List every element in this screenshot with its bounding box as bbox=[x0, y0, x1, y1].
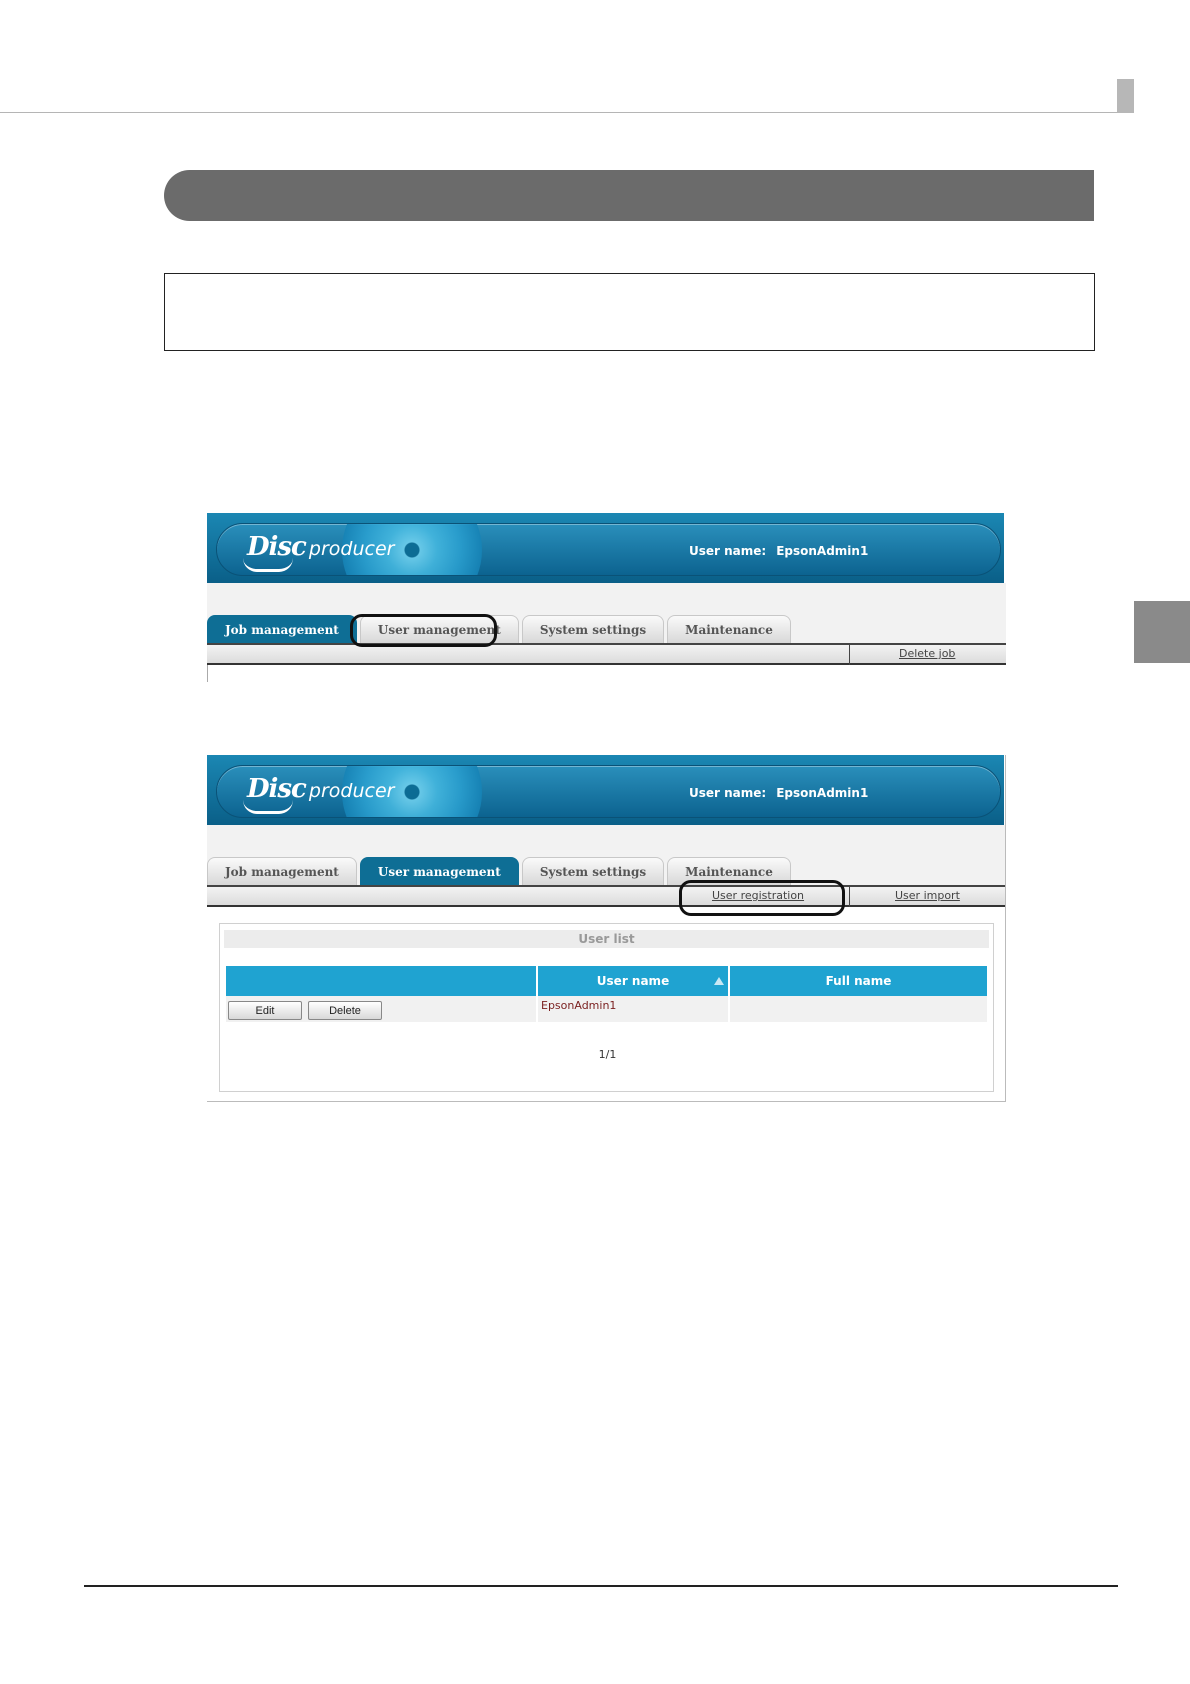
sort-up-triangle-icon[interactable] bbox=[714, 977, 724, 985]
user-registration-link[interactable]: User registration bbox=[712, 889, 804, 902]
delete-job-link[interactable]: Delete job bbox=[899, 647, 955, 660]
user-import-link[interactable]: User import bbox=[895, 889, 960, 902]
app-header: Disc producer User name: EpsonAdmin1 bbox=[207, 755, 1004, 825]
logo-swoosh-icon bbox=[243, 800, 293, 814]
user-name-value: EpsonAdmin1 bbox=[541, 999, 617, 1012]
sub-toolbar: Delete job bbox=[207, 643, 1006, 665]
delete-button[interactable]: Delete bbox=[308, 1001, 382, 1020]
user-name-value: EpsonAdmin1 bbox=[776, 544, 869, 558]
user-list-title: User list bbox=[224, 930, 989, 948]
screenshot-user-management: Disc producer User name: EpsonAdmin1 Job m… bbox=[207, 755, 1006, 1102]
toolbar-divider bbox=[849, 887, 850, 907]
tab-system-settings[interactable]: System settings bbox=[521, 857, 665, 885]
header-pill: Disc producer User name: EpsonAdmin1 bbox=[216, 523, 1001, 576]
disc-producer-logo: Disc producer bbox=[243, 774, 395, 814]
tab-job-management[interactable]: Job management bbox=[207, 615, 357, 643]
tab-maintenance[interactable]: Maintenance bbox=[667, 857, 791, 885]
pagination: 1/1 bbox=[598, 1048, 617, 1061]
app-header: Disc producer User name: EpsonAdmin1 bbox=[207, 513, 1004, 583]
user-name-label: User name: bbox=[689, 786, 767, 800]
header-tab-marker bbox=[1117, 79, 1134, 113]
user-name-cell: EpsonAdmin1 bbox=[536, 996, 728, 1022]
user-name-value: EpsonAdmin1 bbox=[776, 786, 869, 800]
section-title-bar bbox=[164, 170, 1094, 221]
column-header-full-name[interactable]: Full name bbox=[728, 966, 987, 996]
user-name-display: User name: EpsonAdmin1 bbox=[689, 786, 868, 800]
header-rule bbox=[0, 112, 1134, 113]
tab-user-management[interactable]: User management bbox=[359, 857, 519, 885]
user-name-display: User name: EpsonAdmin1 bbox=[689, 544, 868, 558]
column-header-user-name[interactable]: User name bbox=[536, 966, 728, 996]
header-pill: Disc producer User name: EpsonAdmin1 bbox=[216, 765, 1001, 818]
main-tabs: Job management User management System se… bbox=[207, 857, 794, 885]
screenshot-job-management: Disc producer User name: EpsonAdmin1 Job m… bbox=[207, 513, 1006, 682]
logo-producer-text: producer bbox=[308, 538, 395, 560]
column-header-user-name-label: User name bbox=[596, 974, 670, 988]
user-table-header: User name Full name bbox=[226, 966, 987, 996]
actions-cell: Edit Delete bbox=[226, 996, 536, 1022]
tab-user-management[interactable]: User management bbox=[359, 615, 519, 643]
disc-producer-logo: Disc producer bbox=[243, 532, 395, 572]
sub-toolbar: User registration User import bbox=[207, 885, 1005, 907]
main-tabs: Job management User management System se… bbox=[207, 615, 794, 643]
chapter-tab-marker bbox=[1134, 601, 1190, 663]
tab-maintenance[interactable]: Maintenance bbox=[667, 615, 791, 643]
table-row: Edit Delete EpsonAdmin1 bbox=[226, 996, 987, 1022]
toolbar-divider bbox=[849, 645, 850, 665]
edit-button[interactable]: Edit bbox=[228, 1001, 302, 1020]
tab-system-settings[interactable]: System settings bbox=[521, 615, 665, 643]
column-header-actions bbox=[226, 966, 536, 996]
full-name-cell bbox=[728, 996, 987, 1022]
tab-job-management[interactable]: Job management bbox=[207, 857, 357, 885]
user-name-label: User name: bbox=[689, 544, 767, 558]
content-area bbox=[207, 665, 1006, 682]
logo-swoosh-icon bbox=[243, 558, 293, 572]
footer-rule bbox=[84, 1585, 1118, 1587]
user-list-panel: User list User name Full name Edit Delet… bbox=[219, 923, 994, 1092]
logo-producer-text: producer bbox=[308, 780, 395, 802]
note-box bbox=[164, 273, 1095, 351]
